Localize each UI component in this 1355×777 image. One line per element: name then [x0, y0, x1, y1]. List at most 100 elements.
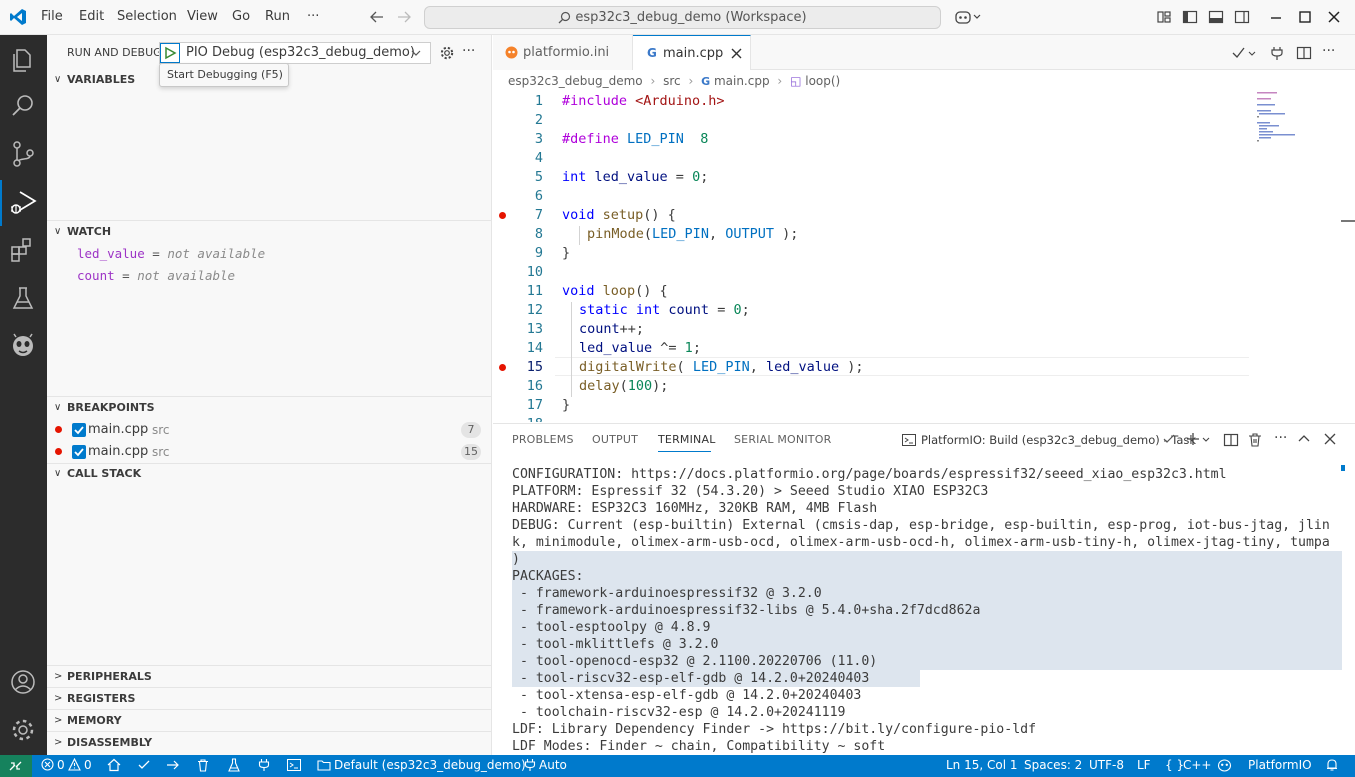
clean-trash-icon[interactable] [196, 758, 210, 772]
extensions-icon[interactable] [8, 235, 38, 265]
terminal-line: - framework-arduinoespressif32-libs @ 5.… [512, 603, 981, 618]
tab-serial-monitor[interactable]: SERIAL MONITOR [734, 433, 831, 446]
forward-arrow-icon[interactable] [396, 9, 412, 25]
copilot-icon[interactable] [955, 9, 983, 25]
vscode-logo-icon [9, 8, 27, 26]
line-ending[interactable]: LF [1137, 758, 1151, 772]
breakpoint-dot-icon[interactable] [499, 212, 506, 219]
new-terminal-plus-icon[interactable] [1185, 431, 1213, 447]
menu-selection[interactable]: Selection [117, 9, 177, 24]
breadcrumb-item[interactable]: loop() [805, 74, 840, 88]
menu-run[interactable]: Run [265, 9, 290, 24]
terminal-icon[interactable] [287, 758, 301, 772]
more-actions-icon[interactable]: ··· [462, 43, 475, 59]
breakpoint-checkbox[interactable] [72, 445, 86, 459]
back-arrow-icon[interactable] [369, 9, 385, 25]
maximize-icon[interactable] [1297, 9, 1313, 25]
cursor-position[interactable]: Ln 15, Col 1 [946, 758, 1018, 772]
watch-value: not available [137, 268, 236, 283]
breakpoint-item[interactable]: main.cpp src 15 [47, 441, 491, 463]
toggle-secondary-sidebar-icon[interactable] [1234, 9, 1250, 25]
errors-count[interactable]: 0 [57, 758, 65, 772]
upload-arrow-icon[interactable] [166, 758, 180, 772]
breadcrumb-item[interactable]: src [663, 74, 681, 88]
menu-view[interactable]: View [187, 9, 218, 24]
encoding[interactable]: UTF-8 [1089, 758, 1124, 772]
testing-flask-icon[interactable] [8, 283, 38, 313]
notifications-bell-icon[interactable] [1325, 758, 1339, 772]
port-label[interactable]: Auto [539, 758, 567, 772]
layout-customize-icon[interactable] [1156, 9, 1172, 25]
maximize-panel-icon[interactable] [1297, 432, 1311, 446]
registers-section-header[interactable]: > REGISTERS [47, 688, 491, 710]
close-window-icon[interactable] [1326, 9, 1342, 25]
plug-icon[interactable] [1269, 45, 1285, 61]
source-control-icon[interactable] [8, 139, 38, 169]
code-editor[interactable]: 1 2 3 4 5 6 7 8 9 10 11 12 13 14 15 16 1… [493, 90, 1355, 422]
checkmark-dropdown-icon[interactable] [1231, 45, 1257, 61]
tab-platformio-ini[interactable]: platformio.ini [493, 35, 633, 70]
close-panel-icon[interactable] [1323, 432, 1337, 446]
test-flask-icon[interactable] [227, 758, 241, 772]
start-debugging-button[interactable] [160, 43, 180, 63]
warnings-count[interactable]: 0 [84, 758, 92, 772]
editor-more-actions-icon[interactable]: ··· [1322, 43, 1335, 59]
menu-more[interactable]: ··· [307, 9, 319, 24]
breakpoint-dot-icon[interactable] [499, 364, 506, 371]
terminal-icon [902, 433, 916, 447]
debug-settings-gear-icon[interactable] [439, 45, 455, 61]
breadcrumb-item[interactable]: main.cpp [714, 74, 770, 88]
trash-icon[interactable] [1247, 432, 1263, 448]
disassembly-section-header[interactable]: > DISASSEMBLY [47, 732, 491, 754]
terminal-output[interactable]: CONFIGURATION: https://docs.platformio.o… [512, 466, 1342, 755]
accounts-icon[interactable] [8, 667, 38, 697]
breakpoint-item[interactable]: main.cpp src 7 [47, 419, 491, 441]
watch-section-header[interactable]: ∨ WATCH [47, 221, 491, 243]
code-line: void setup() { [562, 207, 676, 223]
debug-config-select[interactable]: PIO Debug (esp32c3_debug_demo) [159, 42, 431, 64]
breakpoints-section-header[interactable]: ∨ BREAKPOINTS [47, 397, 491, 419]
code-line: #include <Arduino.h> [562, 93, 725, 109]
split-terminal-icon[interactable] [1223, 432, 1239, 448]
search-view-icon[interactable] [8, 91, 38, 121]
tab-output[interactable]: OUTPUT [592, 433, 638, 446]
indentation[interactable]: Spaces: 2 [1024, 758, 1082, 772]
tab-problems[interactable]: PROBLEMS [512, 433, 574, 446]
run-and-debug-icon[interactable] [8, 187, 38, 217]
watch-item[interactable]: count = not available [77, 268, 235, 283]
toggle-panel-icon[interactable] [1208, 9, 1224, 25]
menu-go[interactable]: Go [232, 9, 250, 24]
panel-more-actions-icon[interactable]: ··· [1274, 430, 1287, 446]
variables-section-header[interactable]: ∨ VARIABLES [47, 69, 491, 91]
project-env-label[interactable]: Default (esp32c3_debug_demo) [334, 758, 526, 772]
tab-main-cpp[interactable]: G main.cpp [633, 35, 751, 70]
memory-section-header[interactable]: > MEMORY [47, 710, 491, 732]
platformio-label[interactable]: PlatformIO [1248, 758, 1312, 772]
minimize-icon[interactable] [1268, 9, 1284, 25]
watch-item[interactable]: led_value = not available [77, 246, 265, 261]
menu-edit[interactable]: Edit [79, 9, 104, 24]
peripherals-section-header[interactable]: > PERIPHERALS [47, 666, 491, 688]
split-editor-icon[interactable] [1296, 45, 1312, 61]
language-mode[interactable]: C++ [1183, 758, 1212, 772]
settings-gear-icon[interactable] [8, 715, 38, 745]
watch-name: led_value [77, 246, 145, 261]
platformio-alien-icon[interactable] [8, 331, 38, 361]
menu-file[interactable]: File [41, 9, 63, 24]
terminal-line: LDF Modes: Finder ~ chain, Compatibility… [512, 739, 886, 754]
close-tab-icon[interactable] [731, 48, 742, 59]
terminal-task-label[interactable]: PlatformIO: Build (esp32c3_debug_demo) -… [921, 433, 1196, 447]
command-center[interactable]: esp32c3_debug_demo (Workspace) [424, 6, 941, 29]
chevron-right-icon: > [54, 671, 63, 682]
breakpoint-checkbox[interactable] [72, 423, 86, 437]
build-check-icon[interactable] [137, 758, 151, 772]
serial-plug-icon[interactable] [257, 758, 271, 772]
minimap[interactable] [1257, 90, 1341, 150]
call-stack-section-header[interactable]: ∨ CALL STACK [47, 463, 491, 485]
remote-indicator[interactable] [0, 755, 32, 777]
home-icon[interactable] [107, 758, 121, 772]
tab-terminal[interactable]: TERMINAL [658, 433, 716, 446]
breadcrumb-item[interactable]: esp32c3_debug_demo [508, 74, 643, 88]
explorer-icon[interactable] [8, 45, 38, 75]
toggle-sidebar-icon[interactable] [1182, 9, 1198, 25]
